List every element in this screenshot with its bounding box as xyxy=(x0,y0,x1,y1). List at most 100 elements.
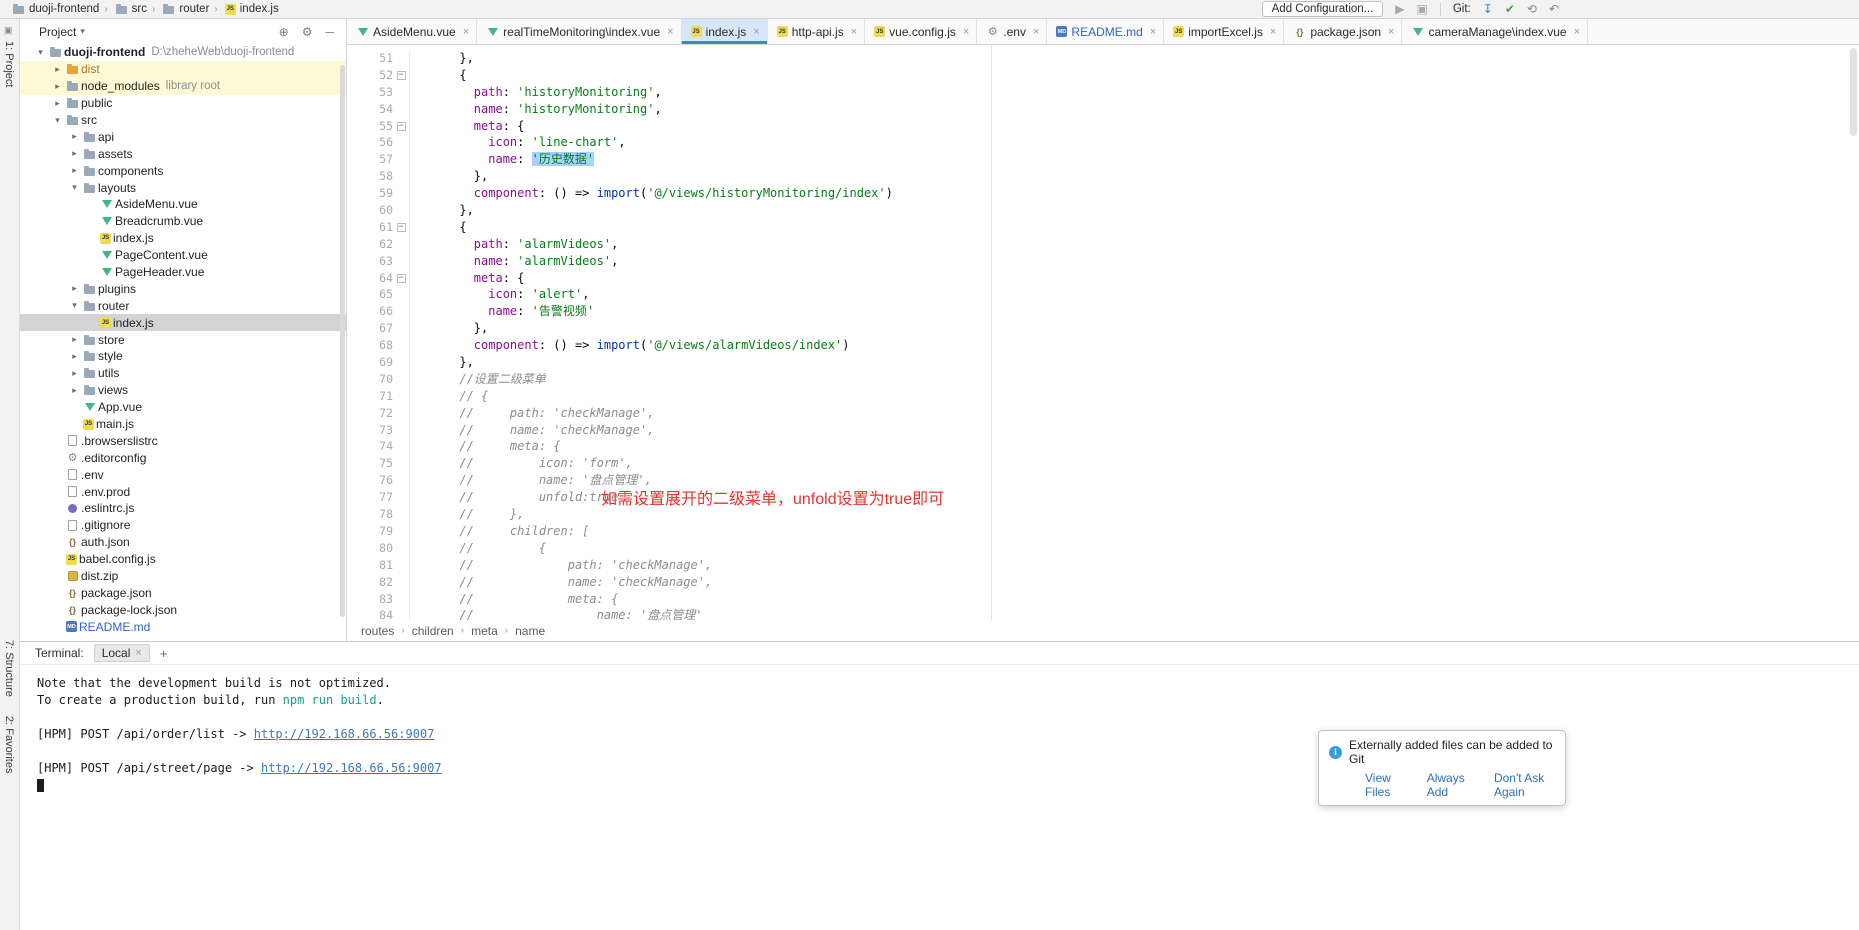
tree-item-.gitignore[interactable]: .gitignore xyxy=(19,517,346,534)
tree-item-.browserslistrc[interactable]: .browserslistrc xyxy=(19,432,346,449)
close-icon[interactable]: × xyxy=(1270,26,1276,38)
tree-item-api[interactable]: ▸api xyxy=(19,128,346,145)
tree-item-package.json[interactable]: {}package.json xyxy=(19,585,346,602)
terminal-link[interactable]: http://192.168.66.56:9007 xyxy=(261,761,442,775)
tree-item-babel.config.js[interactable]: JSbabel.config.js xyxy=(19,551,346,568)
fold-icon[interactable]: − xyxy=(397,122,406,131)
chevron-collapsed-icon[interactable]: ▸ xyxy=(68,165,81,176)
tree-item-auth.json[interactable]: {}auth.json xyxy=(19,534,346,551)
tree-item-components[interactable]: ▸components xyxy=(19,162,346,179)
tab-package.json[interactable]: {}package.json× xyxy=(1284,19,1402,44)
add-configuration-button[interactable]: Add Configuration... xyxy=(1262,1,1384,17)
close-icon[interactable]: × xyxy=(135,647,141,659)
tree-item-router[interactable]: ▾router xyxy=(19,297,346,314)
tree-item-package-lock.json[interactable]: {}package-lock.json xyxy=(19,601,346,618)
breadcrumb-item-duoji-frontend[interactable]: duoji-frontend xyxy=(10,3,99,16)
git-commit-icon[interactable]: ✔ xyxy=(1505,2,1515,16)
close-icon[interactable]: × xyxy=(753,26,759,38)
chevron-collapsed-icon[interactable]: ▸ xyxy=(51,98,64,109)
terminal-link[interactable]: http://192.168.66.56:9007 xyxy=(254,727,435,741)
tree-item-main.js[interactable]: JSmain.js xyxy=(19,416,346,433)
tool-button-structure[interactable]: 7: Structure xyxy=(3,640,15,697)
project-tree-scrollbar[interactable] xyxy=(340,65,345,617)
tree-item-.env.prod[interactable]: .env.prod xyxy=(19,483,346,500)
tree-item-src[interactable]: ▾src xyxy=(19,112,346,129)
chevron-expanded-icon[interactable]: ▾ xyxy=(68,182,81,193)
breadcrumb-item-src[interactable]: src xyxy=(113,3,147,16)
fold-icon[interactable]: − xyxy=(397,223,406,232)
tree-item-dist.zip[interactable]: dist.zip xyxy=(19,568,346,585)
tab-cameramanage-index.vue[interactable]: cameraManage\index.vue× xyxy=(1402,19,1588,44)
chevron-collapsed-icon[interactable]: ▸ xyxy=(68,334,81,345)
chevron-collapsed-icon[interactable]: ▸ xyxy=(68,148,81,159)
tree-item-.eslintrc.js[interactable]: .eslintrc.js xyxy=(19,500,346,517)
editor[interactable]: 51 },52− {53 path: 'historyMonitoring',5… xyxy=(347,45,1859,620)
breadcrumb-item-router[interactable]: router xyxy=(160,3,209,16)
tree-item-.env[interactable]: .env xyxy=(19,466,346,483)
tree-item-breadcrumb.vue[interactable]: Breadcrumb.vue xyxy=(19,213,346,230)
chevron-collapsed-icon[interactable]: ▸ xyxy=(68,131,81,142)
tree-item-public[interactable]: ▸public xyxy=(19,95,346,112)
editor-breadcrumb-routes[interactable]: routes xyxy=(361,624,394,638)
chevron-expanded-icon[interactable]: ▾ xyxy=(68,300,81,311)
breadcrumb-item-index.js[interactable]: JSindex.js xyxy=(223,3,279,15)
chevron-expanded-icon[interactable]: ▾ xyxy=(51,115,64,126)
notification-action-always-add[interactable]: Always Add xyxy=(1427,771,1472,799)
tree-item-views[interactable]: ▸views xyxy=(19,382,346,399)
tree-item-store[interactable]: ▸store xyxy=(19,331,346,348)
new-terminal-icon[interactable]: + xyxy=(160,646,168,661)
tree-item-asidemenu.vue[interactable]: AsideMenu.vue xyxy=(19,196,346,213)
terminal-tab-local[interactable]: Local × xyxy=(94,644,150,662)
tree-item-style[interactable]: ▸style xyxy=(19,348,346,365)
close-icon[interactable]: × xyxy=(1033,26,1039,38)
git-update-icon[interactable]: ↧ xyxy=(1483,2,1493,16)
chevron-collapsed-icon[interactable]: ▸ xyxy=(68,351,81,362)
tab-readme.md[interactable]: MDREADME.md× xyxy=(1047,19,1164,44)
chevron-collapsed-icon[interactable]: ▸ xyxy=(68,385,81,396)
notification-action-don-t-ask-again[interactable]: Don't Ask Again xyxy=(1494,771,1555,799)
close-icon[interactable]: × xyxy=(1574,26,1580,38)
chevron-collapsed-icon[interactable]: ▸ xyxy=(68,368,81,379)
tree-item-pageheader.vue[interactable]: PageHeader.vue xyxy=(19,264,346,281)
tab-importexcel.js[interactable]: JSimportExcel.js× xyxy=(1164,19,1284,44)
tree-item-pagecontent.vue[interactable]: PageContent.vue xyxy=(19,247,346,264)
project-view-selector[interactable]: Project ▾ xyxy=(39,25,85,39)
tab-realtimemonitoring-index.vue[interactable]: realTimeMonitoring\index.vue× xyxy=(477,19,681,44)
debug-icon[interactable]: ▣ xyxy=(1417,2,1428,16)
editor-breadcrumb-name[interactable]: name xyxy=(515,624,545,638)
tab-http-api.js[interactable]: JShttp-api.js× xyxy=(768,19,865,44)
tree-item-readme.md[interactable]: MDREADME.md xyxy=(19,618,346,635)
chevron-collapsed-icon[interactable]: ▸ xyxy=(51,64,64,75)
editor-breadcrumb-children[interactable]: children xyxy=(412,624,454,638)
tree-item-layouts[interactable]: ▾layouts xyxy=(19,179,346,196)
tree-item-index.js[interactable]: JSindex.js xyxy=(19,230,346,247)
hide-panel-icon[interactable]: ─ xyxy=(325,25,334,39)
close-icon[interactable]: × xyxy=(667,26,673,38)
chevron-collapsed-icon[interactable]: ▸ xyxy=(51,81,64,92)
tree-item-duoji-frontend[interactable]: ▾duoji-frontendD:\zheheWeb\duoji-fronten… xyxy=(19,44,346,61)
close-icon[interactable]: × xyxy=(851,26,857,38)
close-icon[interactable]: × xyxy=(463,26,469,38)
chevron-collapsed-icon[interactable]: ▸ xyxy=(68,283,81,294)
tab-vue.config.js[interactable]: JSvue.config.js× xyxy=(865,19,977,44)
notification-action-view-files[interactable]: View Files xyxy=(1365,771,1405,799)
tree-item-assets[interactable]: ▸assets xyxy=(19,145,346,162)
fold-icon[interactable]: − xyxy=(397,274,406,283)
run-icon[interactable]: ▶ xyxy=(1395,2,1404,16)
tab-asidemenu.vue[interactable]: AsideMenu.vue× xyxy=(347,19,477,44)
settings-icon[interactable]: ⚙ xyxy=(302,25,313,39)
git-revert-icon[interactable]: ↶ xyxy=(1549,2,1559,16)
tool-button-project[interactable]: 1: Project xyxy=(3,41,15,87)
chevron-expanded-icon[interactable]: ▾ xyxy=(34,47,47,58)
close-icon[interactable]: × xyxy=(963,26,969,38)
tab-.env[interactable]: ⚙.env× xyxy=(977,19,1047,44)
editor-breadcrumb-meta[interactable]: meta xyxy=(471,624,498,638)
tree-item-plugins[interactable]: ▸plugins xyxy=(19,280,346,297)
close-icon[interactable]: × xyxy=(1150,26,1156,38)
tool-button-favorites[interactable]: 2: Favorites xyxy=(3,716,15,773)
tree-item-dist[interactable]: ▸dist xyxy=(19,61,346,78)
tree-item-index.js[interactable]: JSindex.js xyxy=(19,314,346,331)
tree-item-.editorconfig[interactable]: ⚙.editorconfig xyxy=(19,449,346,466)
fold-icon[interactable]: − xyxy=(397,71,406,80)
editor-scrollbar[interactable] xyxy=(1850,48,1857,136)
